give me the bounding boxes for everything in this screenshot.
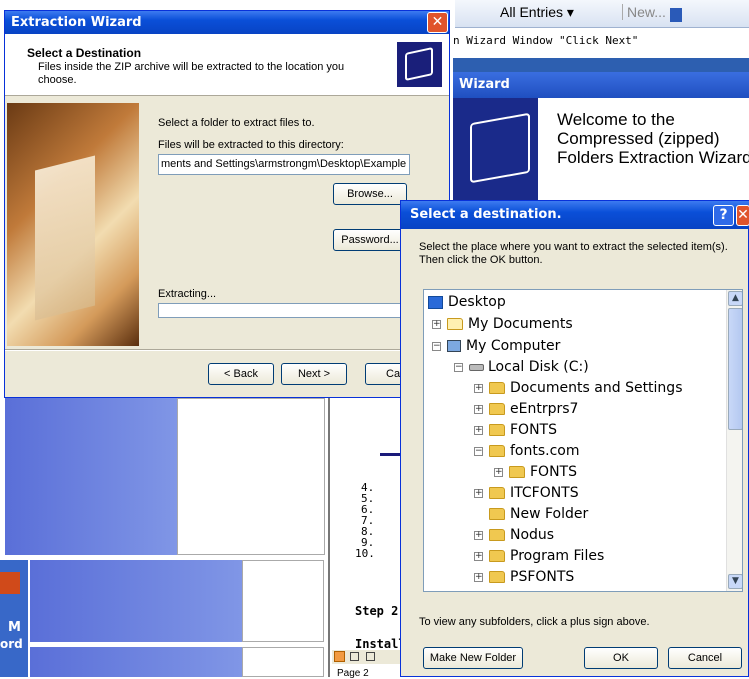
dropdown-arrow-icon[interactable] <box>670 8 682 22</box>
subfolder-hint: To view any subfolders, click a plus sig… <box>419 616 650 628</box>
step-label: Step 2: <box>355 604 406 618</box>
bg-white-block-2 <box>242 560 324 642</box>
dialog-title: Select a destination. <box>410 207 562 222</box>
extracting-label: Extracting... <box>158 288 217 300</box>
folder-tree[interactable]: ▲ ▼ Desktop + My Documents − My Computer −… <box>423 289 743 592</box>
bg-white-block-3 <box>242 647 324 677</box>
tree-item-my-computer[interactable]: − My Computer <box>432 336 560 356</box>
numbered-list: 4. 5. 6. 7. 8. 9. 10. <box>355 481 375 560</box>
tree-item-desktop[interactable]: Desktop <box>428 292 506 312</box>
extract-progress-bar <box>158 303 410 318</box>
scroll-thumb[interactable] <box>728 308 742 430</box>
dialog-close-button[interactable]: ✕ <box>736 205 749 226</box>
zip-folder-icon <box>470 112 530 184</box>
page-status: Page 2 <box>337 668 369 679</box>
tree-item-local-disk[interactable]: − Local Disk (C:) <box>454 357 589 377</box>
tree-item-program-files[interactable]: + Program Files <box>474 546 604 566</box>
tree-item-itcfonts[interactable]: + ITCFONTS <box>474 483 579 503</box>
folder-icon <box>447 318 463 330</box>
expand-plus-icon[interactable]: + <box>474 383 483 393</box>
select-destination-dialog: Select a destination. ? ✕ Select the pla… <box>400 200 749 677</box>
back-button[interactable]: < Back <box>208 363 274 385</box>
computer-icon <box>447 340 461 352</box>
folder-icon <box>489 403 505 415</box>
expand-plus-icon[interactable]: + <box>474 425 483 435</box>
folder-icon <box>489 487 505 499</box>
view-icon-normal[interactable] <box>334 651 345 662</box>
extraction-wizard-window: Extraction Wizard ✕ Select a Destination… <box>4 10 450 398</box>
view-icon-web[interactable] <box>350 652 359 661</box>
cancel-button[interactable]: Ca <box>365 363 405 385</box>
wizard2-title: Wizard <box>459 77 510 92</box>
bg-dark-bar <box>380 398 402 456</box>
folder-icon <box>489 424 505 436</box>
desktop-icon-red <box>0 572 20 594</box>
tree-scrollbar[interactable]: ▲ ▼ <box>726 290 742 591</box>
view-icon-print[interactable] <box>366 652 375 661</box>
scroll-down-button[interactable]: ▼ <box>728 574 742 589</box>
path-input[interactable]: ments and Settings\armstrongm\Desktop\Ex… <box>158 154 410 175</box>
wizard-side-image <box>7 103 139 346</box>
select-folder-label: Select a folder to extract files to. <box>158 117 315 129</box>
dialog-instructions: Select the place where you want to extra… <box>419 241 728 266</box>
dialog-cancel-button[interactable]: Cancel <box>668 647 742 669</box>
welcome-heading: Welcome to the Compressed (zipped) Folde… <box>557 110 749 167</box>
tree-item-eentrprs7[interactable]: + eEntrprs7 <box>474 399 578 419</box>
bg-blue-block-3 <box>30 647 242 677</box>
tree-item-fonts-com[interactable]: − fonts.com <box>474 441 580 461</box>
expand-plus-icon[interactable]: + <box>474 572 483 582</box>
folder-icon <box>489 550 505 562</box>
collapse-minus-icon[interactable]: − <box>432 341 441 351</box>
folder-icon <box>489 529 505 541</box>
expand-plus-icon[interactable]: + <box>474 530 483 540</box>
desktop-label-m: M <box>8 620 21 635</box>
drive-icon <box>469 363 484 371</box>
collapse-minus-icon[interactable]: − <box>474 446 483 456</box>
header-zip-icon <box>397 42 442 87</box>
wizard-subtext: Files inside the ZIP archive will be ext… <box>38 61 345 86</box>
collapse-minus-icon[interactable]: − <box>454 362 463 372</box>
next-button[interactable]: Next > <box>281 363 347 385</box>
footer-divider <box>5 349 449 351</box>
make-new-folder-button[interactable]: Make New Folder <box>423 647 523 669</box>
folder-icon <box>489 382 505 394</box>
folder-icon <box>489 571 505 583</box>
desktop-icon <box>428 295 443 309</box>
folder-icon <box>489 508 505 520</box>
folder-icon <box>489 445 505 457</box>
folder-icon <box>509 466 525 478</box>
expand-plus-icon[interactable]: + <box>432 319 441 329</box>
tree-item-psfonts[interactable]: + PSFONTS <box>474 567 574 587</box>
password-button[interactable]: Password... <box>333 229 407 251</box>
bg-divider <box>328 398 330 677</box>
expand-plus-icon[interactable]: + <box>474 404 483 414</box>
bg-blue-block-1 <box>5 398 177 555</box>
tree-item-new-folder[interactable]: New Folder <box>489 504 588 524</box>
help-button[interactable]: ? <box>713 205 734 226</box>
wizard-heading: Select a Destination <box>27 46 142 60</box>
desktop-label-ord: ord <box>0 637 23 651</box>
ok-button[interactable]: OK <box>584 647 658 669</box>
tree-item-documents-and-settings[interactable]: + Documents and Settings <box>474 378 682 398</box>
new-button[interactable]: New... <box>622 4 666 20</box>
expand-plus-icon[interactable]: + <box>474 488 483 498</box>
bg-blue-block-2 <box>30 560 242 642</box>
expand-plus-icon[interactable]: + <box>494 467 503 477</box>
bg-white-block-1 <box>177 398 325 555</box>
banner-strip <box>453 58 749 72</box>
directory-label: Files will be extracted to this director… <box>158 139 344 151</box>
tree-item-fonts[interactable]: + FONTS <box>474 420 557 440</box>
scroll-up-button[interactable]: ▲ <box>728 291 742 306</box>
banner-text: n Wizard Window "Click Next" <box>453 34 639 47</box>
all-entries-dropdown[interactable]: All Entries ▾ <box>500 4 574 21</box>
wizard-title: Extraction Wizard <box>11 15 142 30</box>
tree-item-nodus[interactable]: + Nodus <box>474 525 554 545</box>
expand-plus-icon[interactable]: + <box>474 551 483 561</box>
browse-button[interactable]: Browse... <box>333 183 407 205</box>
wizard-close-button[interactable]: ✕ <box>427 12 448 33</box>
tree-item-fonts-sub[interactable]: + FONTS <box>494 462 577 482</box>
tree-item-my-documents[interactable]: + My Documents <box>432 314 573 334</box>
